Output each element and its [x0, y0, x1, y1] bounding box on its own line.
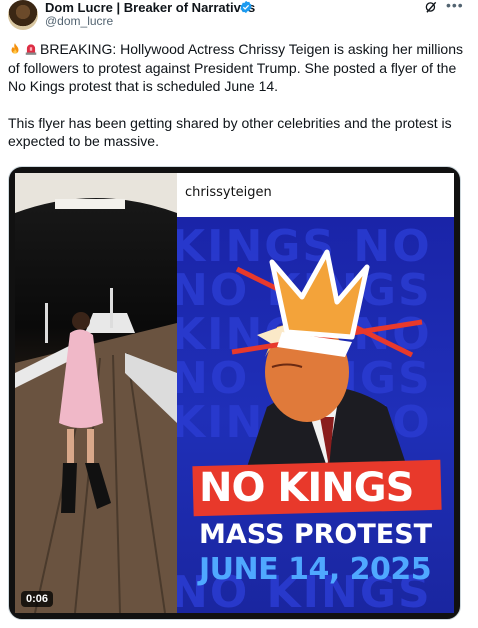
poster-date: JUNE 14, 2025: [199, 552, 431, 587]
instagram-header: chrissyteigen: [177, 173, 454, 217]
rotating-light-emoji: [24, 42, 38, 56]
tweet-paragraph-1: BREAKING: Hollywood Actress Chrissy Teig…: [8, 40, 470, 96]
more-icon[interactable]: •••: [446, 0, 464, 13]
display-name[interactable]: Dom Lucre | Breaker of Narratives: [45, 0, 255, 15]
no-kings-flyer: KINGS NO NO KINGS KINGS NO NO KINGS KING…: [177, 217, 454, 613]
tweet-text: BREAKING: Hollywood Actress Chrissy Teig…: [8, 40, 470, 169]
poster-subhead: MASS PROTEST: [199, 519, 432, 550]
tweet-paragraph-1-text: BREAKING: Hollywood Actress Chrissy Teig…: [8, 41, 463, 94]
handle[interactable]: @dom_lucre: [45, 14, 113, 28]
poster-headline: NO KINGS: [199, 465, 413, 511]
grok-icon[interactable]: [424, 0, 438, 14]
verified-badge-icon: [239, 0, 253, 14]
flyer-panel: chrissyteigen KINGS NO NO KINGS KINGS NO…: [177, 173, 454, 613]
video-frame[interactable]: [15, 173, 177, 613]
instagram-username[interactable]: chrissyteigen: [185, 185, 272, 200]
tweet-paragraph-2: This flyer has been getting shared by ot…: [8, 114, 470, 151]
avatar[interactable]: [8, 0, 38, 30]
fire-emoji: [8, 42, 22, 56]
trump-crown-illustration: [177, 217, 454, 467]
video-scene: [15, 173, 177, 613]
tweet-header: Dom Lucre | Breaker of Narratives @dom_l…: [0, 0, 478, 36]
video-timestamp: 0:06: [21, 591, 53, 607]
media-container[interactable]: chrissyteigen KINGS NO NO KINGS KINGS NO…: [8, 166, 461, 620]
